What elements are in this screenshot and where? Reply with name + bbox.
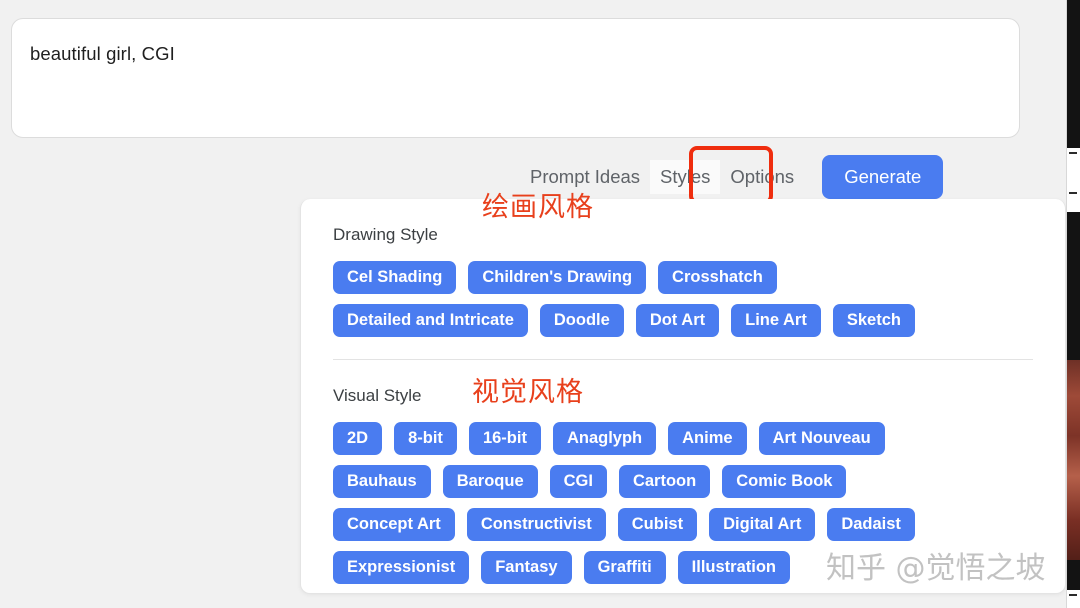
adjacent-window-sliver xyxy=(1066,0,1080,608)
section-divider xyxy=(333,358,1033,360)
style-chip[interactable]: Anaglyph xyxy=(552,421,657,455)
style-chip[interactable]: Illustration xyxy=(677,550,791,584)
visual-style-row-1: 2D 8-bit 16-bit Anaglyph Anime Art Nouve… xyxy=(333,421,1033,455)
style-chip[interactable]: Cartoon xyxy=(618,464,711,498)
style-chip[interactable]: Concept Art xyxy=(333,507,455,541)
drawing-style-row-2: Detailed and Intricate Doodle Dot Art Li… xyxy=(333,303,1033,337)
styles-dropdown-panel: Drawing Style Cel Shading Children's Dra… xyxy=(300,199,1066,594)
tab-prompt-ideas[interactable]: Prompt Ideas xyxy=(520,160,650,194)
sliver-band xyxy=(1067,212,1080,360)
visual-style-row-4: Expressionist Fantasy Graffiti Illustrat… xyxy=(333,550,1033,584)
visual-style-row-3: Concept Art Constructivist Cubist Digita… xyxy=(333,507,1033,541)
drawing-style-label: Drawing Style xyxy=(333,225,438,244)
style-chip[interactable]: 2D xyxy=(333,421,383,455)
prompt-input[interactable]: beautiful girl, CGI xyxy=(11,18,1020,138)
toolbar: Prompt Ideas Styles Options Generate xyxy=(520,154,1040,200)
style-chip[interactable]: Detailed and Intricate xyxy=(333,303,528,337)
style-chip[interactable]: Baroque xyxy=(442,464,538,498)
visual-style-row-2: Bauhaus Baroque CGI Cartoon Comic Book xyxy=(333,464,1033,498)
style-chip[interactable]: Cubist xyxy=(617,507,698,541)
style-chip[interactable]: Bauhaus xyxy=(333,464,431,498)
style-chip[interactable]: Line Art xyxy=(731,303,821,337)
sliver-mark xyxy=(1069,192,1077,194)
style-chip[interactable]: CGI xyxy=(549,464,607,498)
style-chip[interactable]: Constructivist xyxy=(466,507,606,541)
generate-button[interactable]: Generate xyxy=(822,155,944,199)
style-chip[interactable]: Sketch xyxy=(832,303,915,337)
style-chip[interactable]: 16-bit xyxy=(468,421,541,455)
style-chip[interactable]: 8-bit xyxy=(394,421,457,455)
sliver-band xyxy=(1067,0,1080,148)
style-chip[interactable]: Expressionist xyxy=(333,550,470,584)
style-chip[interactable]: Cel Shading xyxy=(333,261,457,294)
style-chip[interactable]: Crosshatch xyxy=(658,261,777,294)
app-root: beautiful girl, CGI Prompt Ideas Styles … xyxy=(0,0,1066,608)
visual-style-label: Visual Style xyxy=(333,385,422,405)
sliver-band xyxy=(1067,560,1080,590)
style-chip[interactable]: Children's Drawing xyxy=(468,261,647,294)
style-chip[interactable]: Graffiti xyxy=(583,550,666,584)
tab-options[interactable]: Options xyxy=(720,160,804,194)
style-chip[interactable]: Anime xyxy=(668,421,747,455)
style-chip[interactable]: Digital Art xyxy=(709,507,816,541)
style-chip[interactable]: Art Nouveau xyxy=(758,421,885,455)
style-chip[interactable]: Comic Book xyxy=(722,464,847,498)
prompt-input-value[interactable]: beautiful girl, CGI xyxy=(30,43,175,65)
sliver-image xyxy=(1067,360,1080,560)
drawing-style-row-1: Cel Shading Children's Drawing Crosshatc… xyxy=(333,261,1033,294)
style-chip[interactable]: Fantasy xyxy=(481,550,572,584)
drawing-style-section: Drawing Style Cel Shading Children's Dra… xyxy=(301,225,1065,337)
style-chip[interactable]: Dot Art xyxy=(635,303,720,337)
visual-style-section: Visual Style 2D 8-bit 16-bit Anaglyph An… xyxy=(301,386,1065,584)
sliver-mark xyxy=(1069,594,1077,596)
tab-styles[interactable]: Styles xyxy=(650,160,721,194)
sliver-mark xyxy=(1069,152,1077,154)
style-chip[interactable]: Dadaist xyxy=(827,507,915,541)
style-chip[interactable]: Doodle xyxy=(539,303,624,337)
